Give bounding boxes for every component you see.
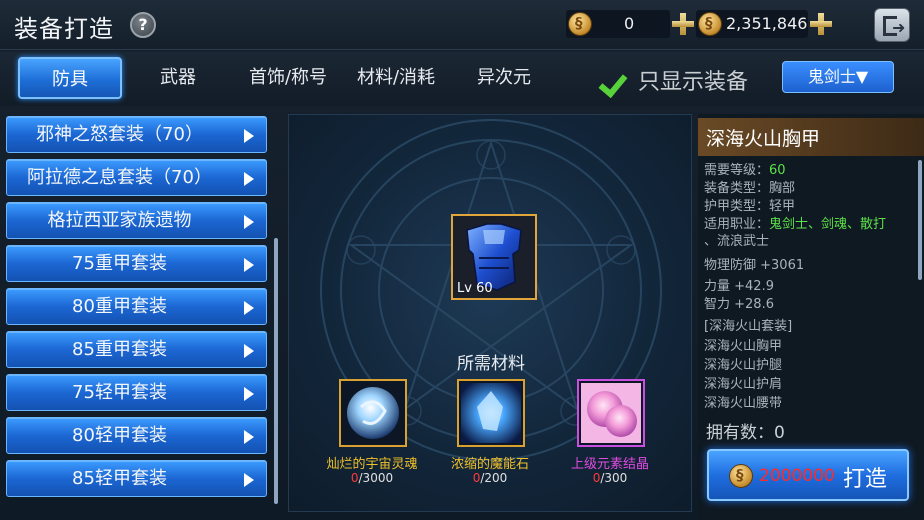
- chevron-right-icon: [244, 301, 254, 315]
- crafted-item-slot[interactable]: Lv 60: [451, 214, 537, 300]
- currency-gold-value: 0: [624, 14, 635, 33]
- top-bar: 装备打造 ? 0 2,351,846 ➜: [0, 0, 924, 50]
- list-item[interactable]: 80轻甲套装: [6, 417, 267, 454]
- armor-type-line: 护甲类型：轻甲: [704, 199, 796, 214]
- craft-button[interactable]: 2000000 打造: [707, 449, 909, 501]
- list-item[interactable]: 格拉西亚家族遗物: [6, 202, 267, 239]
- only-show-equipment-toggle[interactable]: 只显示装备: [638, 64, 748, 96]
- chevron-right-icon: [244, 172, 254, 186]
- tab-accessory-title[interactable]: 首饰/称号: [236, 57, 340, 99]
- exit-button[interactable]: ➜: [874, 8, 910, 42]
- list-item[interactable]: 85轻甲套装: [6, 460, 267, 497]
- chevron-right-icon: [244, 258, 254, 272]
- owned-count: 拥有数：0: [706, 423, 785, 443]
- material-name: 灿烂的宇宙灵魂: [326, 457, 418, 472]
- currency-locked-value: 2,351,846: [726, 14, 808, 33]
- list-item[interactable]: 80重甲套装: [6, 288, 267, 325]
- item-name: 深海火山胸甲: [706, 128, 821, 150]
- material-element-crystal[interactable]: 上级元素结晶 0/300: [555, 379, 665, 489]
- tab-armor[interactable]: 防具: [18, 57, 122, 99]
- chevron-right-icon: [244, 387, 254, 401]
- chevron-right-icon: [244, 473, 254, 487]
- set-item: 深海火山胸甲: [704, 339, 783, 354]
- list-item[interactable]: 75重甲套装: [6, 245, 267, 282]
- defense-stat: 物理防御 +3061: [704, 258, 805, 273]
- material-count: 0/3000: [350, 471, 394, 485]
- intelligence-stat: 智力 +28.6: [704, 297, 774, 312]
- currency-locked-box: 2,351,846: [696, 10, 808, 38]
- set-item: 深海火山护腿: [704, 358, 783, 373]
- material-count: 0/300: [592, 471, 628, 485]
- chevron-right-icon: [244, 129, 254, 143]
- set-item: 深海火山腰带: [704, 396, 783, 411]
- chevron-right-icon: [244, 344, 254, 358]
- equip-type-line: 装备类型：胸部: [704, 181, 796, 196]
- list-item[interactable]: 阿拉德之息套装（70）: [6, 159, 267, 196]
- job-line: 适用职业：鬼剑士、剑魂、散打: [704, 217, 887, 232]
- list-item[interactable]: 邪神之怒套装（70）: [6, 116, 267, 153]
- material-count: 0/200: [472, 471, 508, 485]
- item-level-label: Lv 60: [457, 281, 493, 296]
- set-list-scrollbar[interactable]: [274, 238, 278, 504]
- material-name: 浓缩的魔能石: [450, 457, 529, 472]
- add-currency-plus-icon[interactable]: [672, 13, 694, 35]
- set-item: 深海火山护肩: [704, 377, 783, 392]
- checkmark-icon[interactable]: [601, 66, 631, 96]
- strength-stat: 力量 +42.9: [704, 279, 774, 294]
- list-item[interactable]: 75轻甲套装: [6, 374, 267, 411]
- detail-scrollbar[interactable]: [918, 160, 922, 280]
- cosmic-soul-icon: [347, 387, 399, 439]
- required-materials-title: 所需材料: [457, 354, 525, 374]
- chevron-right-icon: [244, 430, 254, 444]
- class-select-dropdown[interactable]: 鬼剑士▼: [782, 61, 894, 93]
- craft-label: 打造: [843, 467, 888, 492]
- material-magic-stone[interactable]: 浓缩的魔能石 0/200: [435, 379, 545, 489]
- locked-coin-icon: [698, 12, 722, 36]
- currency-gold-box: 0: [566, 10, 670, 38]
- material-name: 上级元素结晶: [570, 457, 649, 472]
- element-crystal-icon: [581, 383, 641, 443]
- tab-weapon[interactable]: 武器: [130, 57, 226, 99]
- page-title: 装备打造: [14, 15, 114, 43]
- list-item[interactable]: 85重甲套装: [6, 331, 267, 368]
- material-cosmic-soul[interactable]: 灿烂的宇宙灵魂 0/3000: [317, 379, 427, 489]
- question-icon[interactable]: ?: [130, 12, 156, 38]
- set-list: 邪神之怒套装（70） 阿拉德之息套装（70） 格拉西亚家族遗物 75重甲套装 8…: [0, 110, 285, 520]
- item-name-header: 深海火山胸甲: [698, 118, 924, 156]
- magic-stone-icon: [461, 383, 521, 443]
- coin-icon: [568, 12, 592, 36]
- craft-cost: 2000000: [759, 466, 835, 486]
- crafting-panel: Lv 60 所需材料 灿烂的宇宙灵魂 0/3000 浓缩的魔能石 0/200 上…: [288, 114, 692, 512]
- job-line-2: 、流浪武士: [704, 234, 770, 249]
- crafting-screen: 装备打造 ? 0 2,351,846 ➜ 防具 武器 首饰/称号 材料/消耗 异…: [0, 0, 924, 520]
- tab-material-consumable[interactable]: 材料/消耗: [344, 57, 448, 99]
- coin-icon: [729, 464, 753, 488]
- req-level-line: 需要等级：60: [704, 163, 786, 178]
- set-name: [深海火山套装]: [704, 319, 793, 334]
- tab-dimension[interactable]: 异次元: [454, 57, 554, 99]
- chevron-right-icon: [244, 215, 254, 229]
- add-locked-currency-plus-icon[interactable]: [810, 13, 832, 35]
